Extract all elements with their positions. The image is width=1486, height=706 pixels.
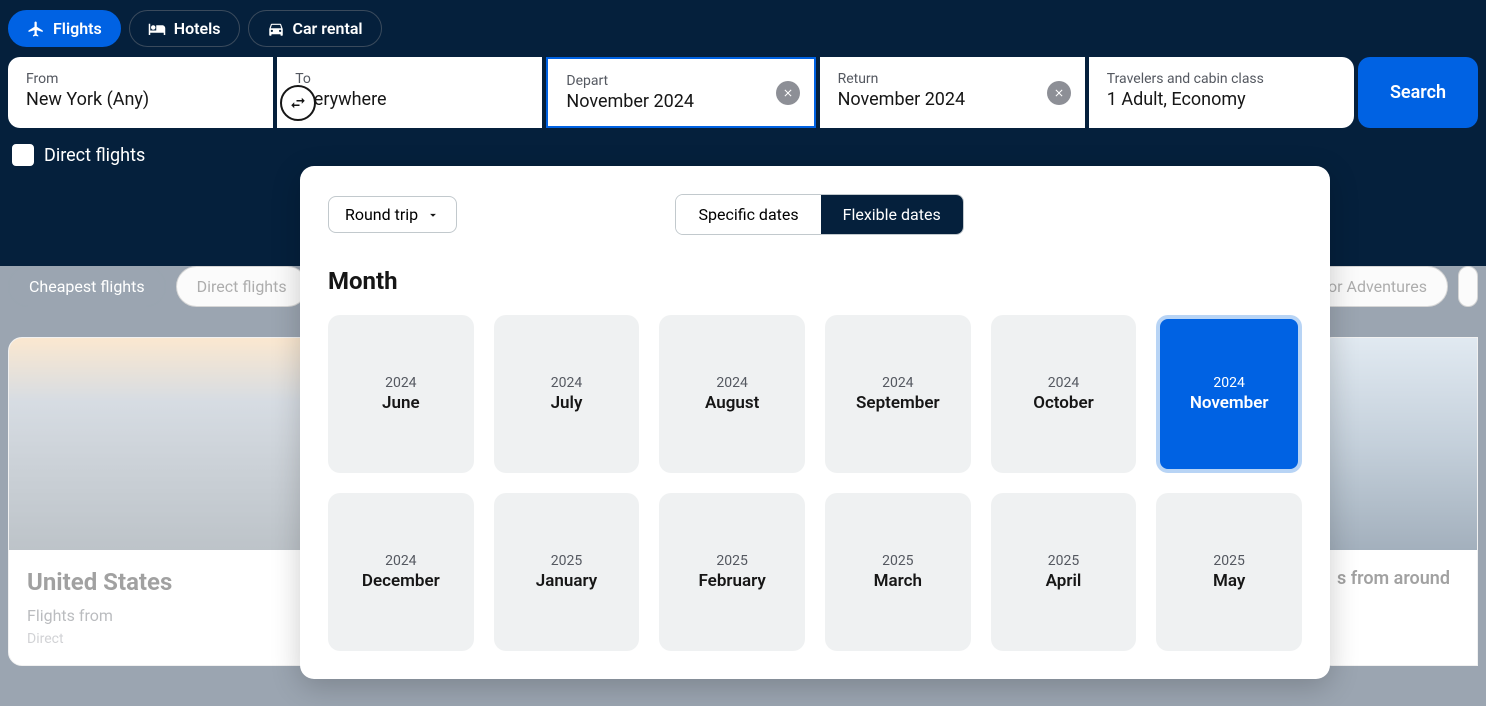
month-name: January [536,571,597,591]
from-value: New York (Any) [26,89,255,110]
popup-header: Round trip Specific dates Flexible dates [328,194,1302,235]
swap-button[interactable] [280,85,316,121]
search-button[interactable]: Search [1358,57,1478,128]
trip-type-select[interactable]: Round trip [328,196,457,233]
month-cell-july-2024[interactable]: 2024 July [494,315,640,473]
from-field[interactable]: From New York (Any) [8,57,273,128]
month-cell-april-2025[interactable]: 2025 April [991,493,1137,651]
travelers-field[interactable]: Travelers and cabin class 1 Adult, Econo… [1089,57,1354,128]
chevron-down-icon [426,208,440,222]
chip-cheapest-flights[interactable]: Cheapest flights [8,266,166,307]
chip-more[interactable] [1458,266,1478,307]
month-year: 2024 [385,553,416,569]
clear-depart-button[interactable] [776,81,800,105]
close-icon [1053,87,1065,99]
month-cell-september-2024[interactable]: 2024 September [825,315,971,473]
month-year: 2025 [1048,553,1079,569]
month-cell-november-2024[interactable]: 2024 November [1156,315,1302,473]
month-heading: Month [328,267,1302,295]
from-label: From [26,71,255,87]
direct-flights-label: Direct flights [44,145,145,166]
month-year: 2024 [1213,375,1244,391]
tab-car-rental[interactable]: Car rental [248,10,382,47]
close-icon [782,87,794,99]
month-cell-march-2025[interactable]: 2025 March [825,493,971,651]
month-year: 2025 [716,553,747,569]
return-value: November 2024 [838,89,1067,110]
month-year: 2024 [716,375,747,391]
travelers-value: 1 Adult, Economy [1107,89,1336,110]
return-label: Return [838,71,1067,87]
search-bar: From New York (Any) To Everywhere Depart… [0,57,1486,128]
travelers-label: Travelers and cabin class [1107,71,1336,87]
month-cell-october-2024[interactable]: 2024 October [991,315,1137,473]
to-value: Everywhere [295,89,524,110]
month-year: 2024 [882,375,913,391]
month-year: 2024 [385,375,416,391]
month-year: 2025 [1213,553,1244,569]
month-name: February [699,571,766,591]
destination-image [1319,338,1477,550]
month-name: October [1033,393,1094,413]
month-year: 2025 [551,553,582,569]
month-year: 2024 [551,375,582,391]
month-name: March [874,571,922,591]
month-cell-may-2025[interactable]: 2025 May [1156,493,1302,651]
date-mode-toggle: Specific dates Flexible dates [675,194,963,235]
month-cell-december-2024[interactable]: 2024 December [328,493,474,651]
month-name: May [1213,571,1245,591]
destination-body: s from around [1319,550,1477,613]
tab-flights[interactable]: Flights [8,10,121,47]
tab-hotels-label: Hotels [174,19,221,38]
to-label: To [295,71,524,87]
flexible-dates-button[interactable]: Flexible dates [821,195,963,234]
month-cell-august-2024[interactable]: 2024 August [659,315,805,473]
tab-flights-label: Flights [53,19,102,38]
airplane-icon [27,20,45,38]
swap-icon [289,94,307,112]
chip-direct-flights[interactable]: Direct flights [176,266,308,307]
month-name: August [705,393,759,413]
month-name: July [551,393,583,413]
category-tabs: Flights Hotels Car rental [0,0,1486,57]
to-field[interactable]: To Everywhere [277,57,542,128]
month-name: December [362,571,440,591]
month-cell-january-2025[interactable]: 2025 January [494,493,640,651]
date-picker-popup: Round trip Specific dates Flexible dates… [300,166,1330,679]
month-year: 2025 [882,553,913,569]
direct-flights-checkbox[interactable] [12,144,34,166]
month-name: April [1046,571,1082,591]
depart-label: Depart [566,73,795,89]
car-icon [267,20,285,38]
destination-text: s from around [1337,568,1459,589]
month-grid: 2024June2024July2024August2024September2… [328,315,1302,651]
clear-return-button[interactable] [1047,81,1071,105]
depart-value: November 2024 [566,91,795,112]
month-name: June [382,393,420,413]
bed-icon [148,20,166,38]
month-cell-june-2024[interactable]: 2024 June [328,315,474,473]
tab-car-rental-label: Car rental [293,19,363,38]
trip-type-label: Round trip [345,205,418,224]
depart-field[interactable]: Depart November 2024 [546,57,815,128]
month-name: September [856,393,940,413]
month-cell-february-2025[interactable]: 2025 February [659,493,805,651]
destination-card-partial[interactable]: s from around [1318,337,1478,666]
tab-hotels[interactable]: Hotels [129,10,240,47]
month-name: November [1190,393,1269,413]
specific-dates-button[interactable]: Specific dates [676,195,820,234]
month-year: 2024 [1048,375,1079,391]
return-field[interactable]: Return November 2024 [820,57,1085,128]
